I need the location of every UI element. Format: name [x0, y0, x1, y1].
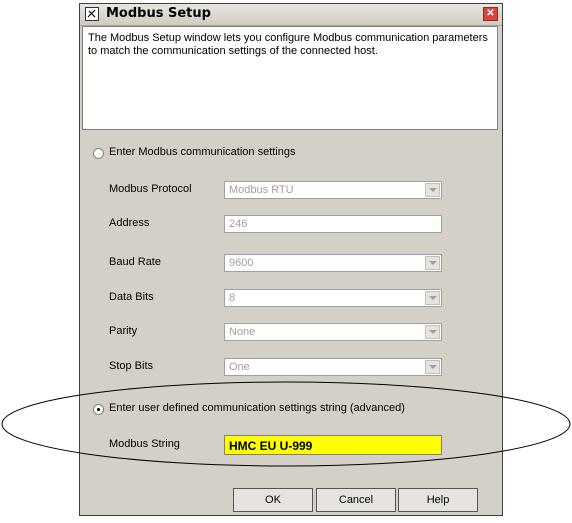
highlight-ellipse [1, 381, 571, 467]
